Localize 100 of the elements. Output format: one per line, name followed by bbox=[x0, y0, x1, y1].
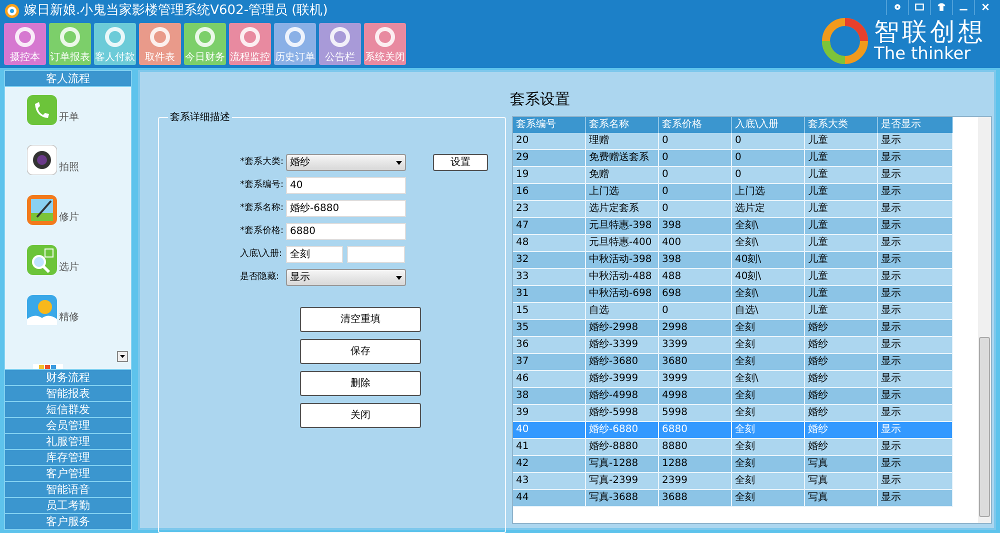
table-cell: 29 bbox=[513, 150, 586, 166]
action-button[interactable]: 清空重填 bbox=[300, 307, 421, 332]
table-cell: 20 bbox=[513, 133, 586, 149]
round-icon bbox=[239, 26, 261, 48]
scroll-thumb[interactable] bbox=[979, 337, 990, 517]
field-label: *套系名称: bbox=[240, 202, 285, 215]
table-row[interactable]: 42 写真-1288 1288 全刻 写真 显示 bbox=[513, 456, 953, 473]
table-cell: 全刻\ bbox=[732, 286, 805, 302]
table-cell: 全刻 bbox=[732, 388, 805, 404]
input-field[interactable]: 40 bbox=[286, 177, 406, 194]
dropdown[interactable]: 显示 bbox=[286, 269, 406, 286]
table-cell: 婚纱 bbox=[805, 371, 878, 387]
table-cell: 0 bbox=[659, 184, 732, 200]
caret-icon bbox=[396, 276, 402, 280]
table-cell: 全刻 bbox=[732, 473, 805, 489]
action-button[interactable]: 保存 bbox=[300, 339, 421, 364]
table-row[interactable]: 39 婚纱-5998 5998 全刻 婚纱 显示 bbox=[513, 405, 953, 422]
table-cell: 上门选 bbox=[586, 184, 659, 200]
table-cell: 免赠 bbox=[586, 167, 659, 183]
table-row[interactable]: 29 免费赠送套系 0 0 儿童 显示 bbox=[513, 150, 953, 167]
round-icon bbox=[104, 26, 126, 48]
table-cell: 0 bbox=[659, 303, 732, 319]
table-cell: 41 bbox=[513, 439, 586, 455]
sidebar-item[interactable]: 选片 bbox=[59, 260, 79, 275]
scrollbar[interactable] bbox=[978, 117, 991, 523]
table-row[interactable]: 46 婚纱-3999 3999 全刻\ 婚纱 显示 bbox=[513, 371, 953, 388]
partial-app-icon[interactable] bbox=[33, 364, 63, 369]
app-icon[interactable] bbox=[27, 145, 57, 175]
table-cell: 5998 bbox=[659, 405, 732, 421]
table-cell: 0 bbox=[732, 167, 805, 183]
round-icon bbox=[329, 26, 351, 48]
table-cell: 显示 bbox=[878, 337, 953, 353]
table-cell: 写真 bbox=[805, 456, 878, 472]
table-row[interactable]: 43 写真-2399 2399 全刻 写真 显示 bbox=[513, 473, 953, 490]
table-cell: 自选 bbox=[586, 303, 659, 319]
table-cell: 显示 bbox=[878, 167, 953, 183]
table-row[interactable]: 31 中秋活动-698 698 全刻\ 儿童 显示 bbox=[513, 286, 953, 303]
table-cell: 免费赠送套系 bbox=[586, 150, 659, 166]
dropdown[interactable]: 婚纱 bbox=[286, 154, 406, 171]
table-cell: 全刻 bbox=[732, 405, 805, 421]
round-icon bbox=[374, 26, 396, 48]
table-row[interactable]: 48 元旦特惠-400 400 全刻\ 儿童 显示 bbox=[513, 235, 953, 252]
table-cell: 3999 bbox=[659, 371, 732, 387]
table-cell: 显示 bbox=[878, 473, 953, 489]
table-cell: 婚纱-5998 bbox=[586, 405, 659, 421]
table-row[interactable]: 15 自选 0 自选\ 儿童 显示 bbox=[513, 303, 953, 320]
table-row[interactable]: 41 婚纱-8880 8880 全刻 婚纱 显示 bbox=[513, 439, 953, 456]
table-cell: 38 bbox=[513, 388, 586, 404]
table-row[interactable]: 19 免赠 0 0 儿童 显示 bbox=[513, 167, 953, 184]
action-button[interactable]: 删除 bbox=[300, 371, 421, 396]
round-icon bbox=[59, 26, 81, 48]
round-icon bbox=[284, 26, 306, 48]
sidebar-item[interactable]: 拍照 bbox=[59, 160, 79, 175]
input-field[interactable]: 婚纱-6880 bbox=[286, 200, 406, 217]
table-row[interactable]: 35 婚纱-2998 2998 全刻 婚纱 显示 bbox=[513, 320, 953, 337]
table-cell: 上门选 bbox=[732, 184, 805, 200]
table-row[interactable]: 36 婚纱-3399 3399 全刻 婚纱 显示 bbox=[513, 337, 953, 354]
table-cell: 0 bbox=[732, 133, 805, 149]
app-icon[interactable] bbox=[27, 195, 57, 225]
table-row[interactable]: 20 理赠 0 0 儿童 显示 bbox=[513, 133, 953, 150]
table-cell: 1288 bbox=[659, 456, 732, 472]
table-cell: 显示 bbox=[878, 405, 953, 421]
input-field[interactable]: 全刻 bbox=[286, 246, 343, 263]
table-cell: 全刻 bbox=[732, 354, 805, 370]
table-row[interactable]: 38 婚纱-4998 4998 全刻 婚纱 显示 bbox=[513, 388, 953, 405]
table-cell: 婚纱-8880 bbox=[586, 439, 659, 455]
table-cell: 全刻\ bbox=[732, 371, 805, 387]
table-cell: 儿童 bbox=[805, 201, 878, 217]
input-field[interactable]: 6880 bbox=[286, 223, 406, 240]
scroll-down-icon[interactable] bbox=[117, 351, 128, 362]
sidebar-item[interactable]: 修片 bbox=[59, 210, 79, 225]
field-label: *套系大类: bbox=[240, 156, 285, 169]
table-cell: 儿童 bbox=[805, 150, 878, 166]
sidebar-item[interactable]: 开单 bbox=[59, 110, 79, 125]
table-cell: 写真 bbox=[805, 490, 878, 506]
input-field[interactable] bbox=[347, 246, 405, 263]
table-cell: 显示 bbox=[878, 490, 953, 506]
action-button[interactable]: 关闭 bbox=[300, 403, 421, 428]
table-cell: 显示 bbox=[878, 235, 953, 251]
table-cell: 显示 bbox=[878, 303, 953, 319]
table-cell: 显示 bbox=[878, 371, 953, 387]
table-row[interactable]: 33 中秋活动-488 488 40刻\ 儿童 显示 bbox=[513, 269, 953, 286]
table-row[interactable]: 47 元旦特惠-398 398 全刻\ 儿童 显示 bbox=[513, 218, 953, 235]
table-row[interactable]: 23 选片定套系 0 选片定 儿童 显示 bbox=[513, 201, 953, 218]
table-row[interactable]: 32 中秋活动-398 398 40刻\ 儿童 显示 bbox=[513, 252, 953, 269]
table-cell: 显示 bbox=[878, 252, 953, 268]
page-title: 套系设置 bbox=[510, 89, 570, 110]
table-cell: 0 bbox=[732, 150, 805, 166]
table-row[interactable]: 44 写真-3688 3688 全刻 写真 显示 bbox=[513, 490, 953, 507]
field-label: 入底\入册: bbox=[240, 248, 284, 261]
sidebar-item[interactable]: 精修 bbox=[59, 310, 79, 325]
settings-button[interactable]: 设置 bbox=[433, 154, 488, 171]
table-row[interactable]: 37 婚纱-3680 3680 全刻 婚纱 显示 bbox=[513, 354, 953, 371]
table-row[interactable]: 16 上门选 0 上门选 儿童 显示 bbox=[513, 184, 953, 201]
table-cell: 显示 bbox=[878, 269, 953, 285]
table-cell: 儿童 bbox=[805, 269, 878, 285]
table-cell: 全刻 bbox=[732, 490, 805, 506]
table-cell: 全刻 bbox=[732, 456, 805, 472]
table-cell: 婚纱 bbox=[805, 354, 878, 370]
table-cell: 儿童 bbox=[805, 184, 878, 200]
